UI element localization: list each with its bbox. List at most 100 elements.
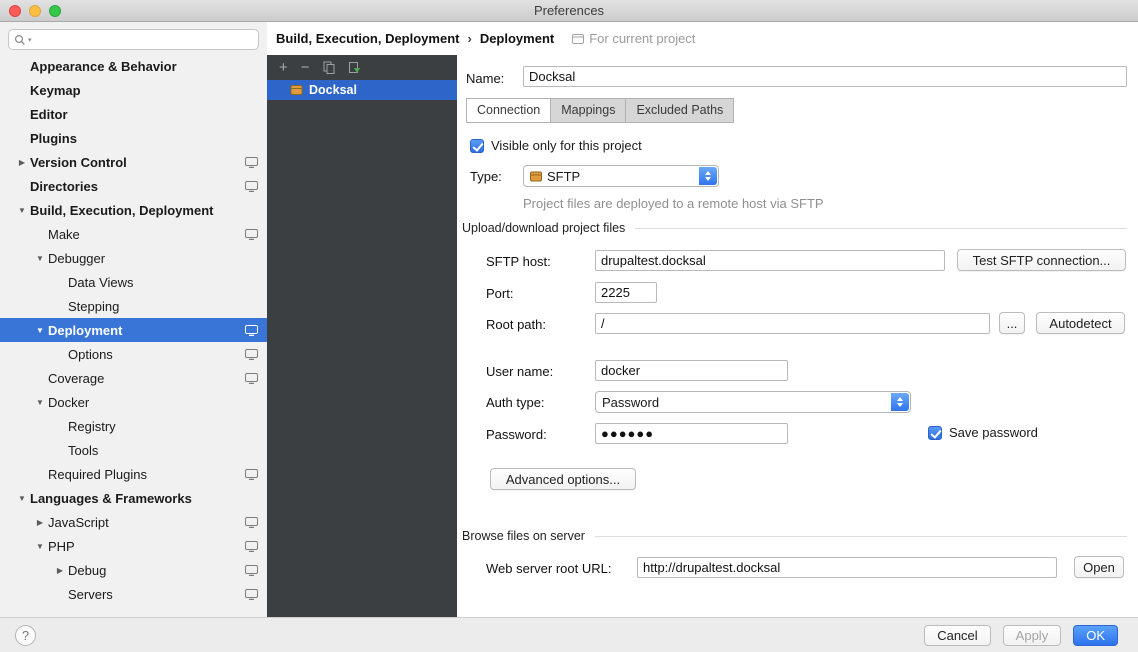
tree-expand-arrow-icon[interactable]	[52, 566, 68, 575]
sidebar-tree-item[interactable]: JavaScript	[0, 510, 267, 534]
tree-expand-arrow-icon[interactable]	[32, 254, 48, 263]
project-level-icon	[245, 589, 258, 600]
port-label: Port:	[486, 283, 513, 304]
autodetect-button[interactable]: Autodetect	[1036, 312, 1125, 334]
settings-tree: Appearance & Behavior Keymap	[0, 54, 267, 606]
tree-item-label: Coverage	[48, 371, 104, 386]
sftp-icon	[530, 171, 542, 182]
tree-item-label: Make	[48, 227, 80, 242]
window-title: Preferences	[534, 3, 604, 18]
project-level-icon	[245, 325, 258, 336]
root-path-field[interactable]	[595, 313, 990, 334]
sidebar-tree-item[interactable]: Build, Execution, Deployment	[0, 198, 267, 222]
sidebar-tree-item[interactable]: Docker	[0, 390, 267, 414]
sidebar-tree-item[interactable]: Debugger	[0, 246, 267, 270]
help-icon[interactable]: ?	[15, 625, 36, 646]
search-input[interactable]	[34, 33, 253, 47]
checkbox-checked-icon[interactable]	[470, 139, 484, 153]
dialog-footer: ? Cancel Apply OK	[0, 617, 1138, 652]
tree-expand-arrow-icon[interactable]	[32, 518, 48, 527]
tree-item-label: Docker	[48, 395, 89, 410]
sidebar-tree-item[interactable]: Stepping	[0, 294, 267, 318]
tree-expand-arrow-icon[interactable]	[32, 542, 48, 551]
connection-tabs: Connection Mappings Excluded Paths	[466, 98, 734, 123]
search-options-icon[interactable]: ▾	[28, 36, 32, 44]
sidebar-tree-item[interactable]: Plugins	[0, 126, 267, 150]
type-dropdown[interactable]: SFTP	[523, 165, 719, 187]
settings-search[interactable]: ▾	[8, 29, 259, 50]
visible-only-label: Visible only for this project	[491, 138, 642, 153]
zoom-icon[interactable]	[49, 5, 61, 17]
tree-expand-arrow-icon[interactable]	[32, 398, 48, 407]
project-level-icon	[245, 157, 258, 168]
sidebar-tree-item[interactable]: Debug	[0, 558, 267, 582]
apply-button[interactable]: Apply	[1003, 625, 1062, 646]
tree-item-label: Debug	[68, 563, 106, 578]
checkbox-checked-icon[interactable]	[928, 426, 942, 440]
cancel-button[interactable]: Cancel	[924, 625, 990, 646]
tree-item-label: Build, Execution, Deployment	[30, 203, 213, 218]
web-root-field[interactable]	[637, 557, 1057, 578]
close-icon[interactable]	[9, 5, 21, 17]
sidebar-tree-item[interactable]: Servers	[0, 582, 267, 606]
save-password-checkbox[interactable]: Save password	[928, 425, 1038, 440]
open-button[interactable]: Open	[1074, 556, 1124, 578]
tree-expand-arrow-icon[interactable]	[14, 158, 30, 167]
add-icon[interactable]: +	[279, 60, 288, 75]
sidebar-tree-item[interactable]: Languages & Frameworks	[0, 486, 267, 510]
traffic-lights	[9, 5, 61, 17]
type-value: SFTP	[547, 169, 580, 184]
project-level-icon	[245, 541, 258, 552]
tab-excluded-paths[interactable]: Excluded Paths	[625, 98, 734, 123]
scope-indicator: For current project	[572, 31, 695, 46]
sidebar-tree-item[interactable]: Keymap	[0, 78, 267, 102]
browse-section-title: Browse files on server	[462, 529, 585, 543]
dropdown-stepper-icon[interactable]	[699, 167, 717, 185]
minimize-icon[interactable]	[29, 5, 41, 17]
port-field[interactable]	[595, 282, 657, 303]
ok-button[interactable]: OK	[1073, 625, 1118, 646]
user-name-label: User name:	[486, 361, 553, 382]
tree-expand-arrow-icon[interactable]	[14, 206, 30, 215]
remove-icon[interactable]: −	[301, 60, 310, 75]
server-list-item[interactable]: Docksal	[267, 80, 457, 100]
sidebar-tree-item[interactable]: Registry	[0, 414, 267, 438]
advanced-options-button[interactable]: Advanced options...	[490, 468, 636, 490]
tree-item-label: Servers	[68, 587, 113, 602]
password-field[interactable]	[595, 423, 788, 444]
tree-expand-arrow-icon[interactable]	[14, 494, 30, 503]
sftp-host-field[interactable]	[595, 250, 945, 271]
tree-expand-arrow-icon[interactable]	[32, 326, 48, 335]
sidebar-tree-item[interactable]: Tools	[0, 438, 267, 462]
auth-type-value: Password	[602, 395, 659, 410]
sidebar-tree-item[interactable]: Options	[0, 342, 267, 366]
browse-button[interactable]: ...	[999, 312, 1025, 334]
sidebar-tree-item[interactable]: Appearance & Behavior	[0, 54, 267, 78]
sidebar-tree-item[interactable]: Make	[0, 222, 267, 246]
web-root-label: Web server root URL:	[486, 558, 611, 579]
paste-icon[interactable]	[348, 61, 361, 74]
server-list-toolbar: + −	[267, 55, 457, 80]
name-field[interactable]	[523, 66, 1127, 87]
tab-mappings[interactable]: Mappings	[550, 98, 626, 123]
upload-section-title: Upload/download project files	[462, 221, 625, 235]
tree-item-label: Editor	[30, 107, 68, 122]
sidebar-tree-item[interactable]: Version Control	[0, 150, 267, 174]
dropdown-stepper-icon[interactable]	[891, 393, 909, 411]
copy-icon[interactable]	[323, 61, 335, 74]
sidebar-tree-item[interactable]: Data Views	[0, 270, 267, 294]
sidebar-tree-item[interactable]: PHP	[0, 534, 267, 558]
sidebar-tree-item[interactable]: Required Plugins	[0, 462, 267, 486]
sidebar-tree-item[interactable]: Directories	[0, 174, 267, 198]
tree-item-label: Required Plugins	[48, 467, 147, 482]
auth-type-label: Auth type:	[486, 392, 545, 413]
sidebar-tree-item[interactable]: Editor	[0, 102, 267, 126]
deployment-form: Name: Connection Mappings Excluded Paths…	[457, 55, 1138, 617]
sidebar-tree-item[interactable]: Deployment	[0, 318, 267, 342]
auth-type-dropdown[interactable]: Password	[595, 391, 911, 413]
tab-connection[interactable]: Connection	[466, 98, 551, 123]
test-connection-button[interactable]: Test SFTP connection...	[957, 249, 1126, 271]
sidebar-tree-item[interactable]: Coverage	[0, 366, 267, 390]
visible-only-checkbox[interactable]: Visible only for this project	[470, 138, 642, 153]
user-name-field[interactable]	[595, 360, 788, 381]
